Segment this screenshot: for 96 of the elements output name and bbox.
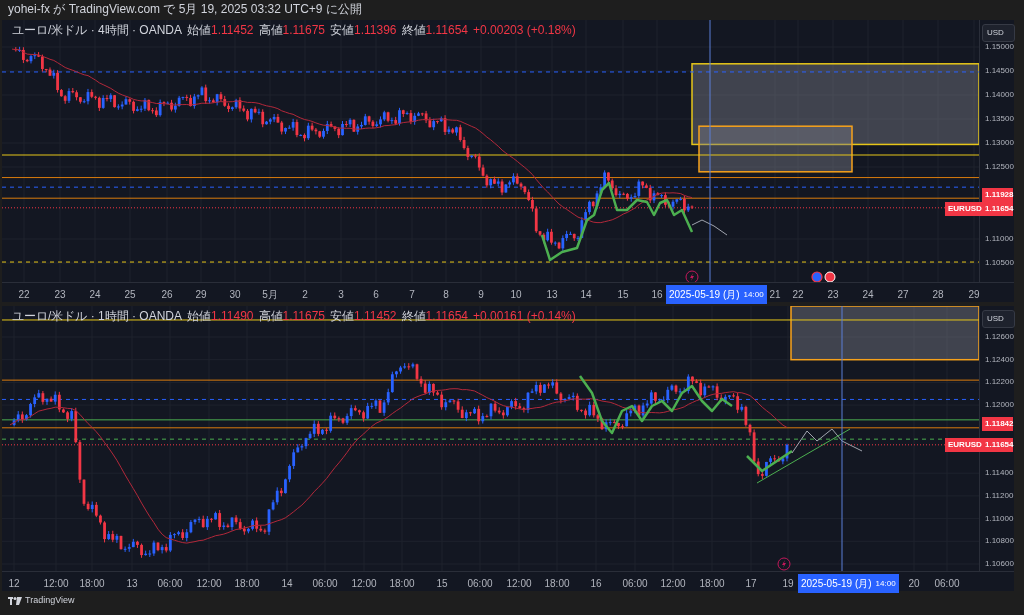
ohlc-value: 1.11675 [282, 23, 325, 37]
price-tick: 1.11400 [985, 467, 1014, 480]
cursor-time: 14:00 [743, 288, 764, 301]
time-tick: 06:00 [622, 577, 648, 591]
cursor-date: 2025-05-19 (月) [669, 288, 740, 302]
price-label: 1.11842 [982, 417, 1013, 432]
price-tick: 1.12000 [985, 399, 1014, 412]
time-tick: 27 [897, 288, 909, 302]
time-tick: 23 [54, 288, 66, 302]
symbol-label: EURUSD [945, 201, 985, 216]
ohlc-label: 高値 [258, 309, 283, 323]
time-tick: 12:00 [660, 577, 686, 591]
ohlc-label: 安値 [330, 23, 354, 37]
time-tick: 2 [302, 288, 308, 302]
price-tick: 1.11000 [985, 512, 1014, 525]
time-tick: 25 [124, 288, 136, 302]
ohlc-label: 終値 [401, 23, 426, 37]
time-tick: 12:00 [351, 577, 377, 591]
time-tick: 18:00 [699, 577, 725, 591]
time-tick: 12:00 [196, 577, 222, 591]
ohlc-value: 1.11452 [211, 23, 254, 37]
time-tick: 22 [792, 288, 804, 302]
time-tick: 24 [89, 288, 101, 302]
symbol-title: ユーロ/米ドル · 4時間 · OANDA [12, 22, 182, 39]
time-tick: 18:00 [389, 577, 415, 591]
time-tick: 15 [617, 288, 629, 302]
price-tick: 1.10800 [985, 535, 1014, 548]
time-tick: 16 [651, 288, 663, 302]
ohlc-value: 1.11654 [425, 23, 468, 37]
ohlc-label: 高値 [258, 23, 283, 37]
ohlc-value: 1.11452 [354, 309, 397, 323]
time-tick: 06:00 [157, 577, 183, 591]
price-tick: 1.12500 [985, 161, 1014, 173]
time-tick: 29 [195, 288, 207, 302]
price-tick: 1.14500 [985, 65, 1014, 77]
time-tick: 9 [478, 288, 484, 302]
time-tick: 13 [546, 288, 558, 302]
time-tick: 22 [18, 288, 30, 302]
price-change: +0.00203 (+0.18%) [473, 22, 576, 39]
price-tick: 1.13000 [985, 137, 1014, 149]
price-tick: 1.13500 [985, 113, 1014, 125]
time-tick: 6 [373, 288, 379, 302]
time-tick: 14 [281, 577, 293, 591]
time-tick: 14 [580, 288, 592, 302]
time-tick: 24 [862, 288, 874, 302]
time-tick: 18:00 [79, 577, 105, 591]
currency-button[interactable]: USD [982, 24, 1015, 42]
ohlc-value: 1.11675 [282, 309, 325, 323]
price-tick: 1.14000 [985, 89, 1014, 101]
time-tick: 06:00 [467, 577, 493, 591]
time-tick: 17 [745, 577, 757, 591]
price-tick: 1.10500 [985, 257, 1014, 269]
currency-button[interactable]: USD [982, 310, 1015, 328]
price-tick: 1.11200 [985, 489, 1014, 502]
time-tick: 10 [510, 288, 522, 302]
time-tick: 3 [338, 288, 344, 302]
time-tick: 28 [932, 288, 944, 302]
time-tick: 26 [161, 288, 173, 302]
price-tick: 1.12400 [985, 353, 1014, 366]
price-change: +0.00161 (+0.14%) [473, 308, 576, 325]
brand-name: TradingView [25, 594, 75, 608]
ohlc-value: 1.11396 [354, 23, 397, 37]
price-tick: 1.10600 [985, 558, 1014, 570]
time-tick: 21 [769, 288, 781, 302]
price-tick: 1.15000 [985, 41, 1014, 53]
time-tick: 20 [908, 577, 920, 591]
time-tick: 18:00 [234, 577, 260, 591]
time-tick: 15 [436, 577, 448, 591]
price-tick: 1.12600 [985, 331, 1014, 343]
time-tick: 06:00 [312, 577, 338, 591]
time-tick: 30 [229, 288, 241, 302]
cursor-time: 14:00 [875, 577, 896, 590]
price-tick: 1.12200 [985, 376, 1014, 389]
time-tick: 12:00 [43, 577, 69, 591]
cursor-date: 2025-05-19 (月) [801, 577, 872, 591]
ohlc-label: 終値 [401, 309, 426, 323]
time-tick: 8 [443, 288, 449, 302]
symbol-label: EURUSD [945, 438, 985, 453]
time-tick: 29 [968, 288, 980, 302]
publish-info: yohei-fx が TradingView.com で 5月 19, 2025 03:32 UTC+9 に公開 [7, 1, 363, 18]
time-tick: 06:00 [934, 577, 960, 591]
time-tick: 12 [8, 577, 20, 591]
time-tick: 12:00 [506, 577, 532, 591]
time-tick: 13 [126, 577, 138, 591]
ohlc-value: 1.11490 [211, 309, 254, 323]
time-tick: 5月 [262, 288, 278, 302]
time-tick: 7 [409, 288, 415, 302]
time-tick: 16 [590, 577, 602, 591]
price-tick: 1.11000 [985, 233, 1014, 245]
ohlc-label: 始値 [187, 23, 211, 37]
ohlc-value: 1.11654 [425, 309, 468, 323]
time-tick: 19 [782, 577, 794, 591]
time-tick: 18:00 [544, 577, 570, 591]
ohlc-label: 安値 [330, 309, 354, 323]
ohlc-label: 始値 [187, 309, 211, 323]
time-tick: 23 [827, 288, 839, 302]
